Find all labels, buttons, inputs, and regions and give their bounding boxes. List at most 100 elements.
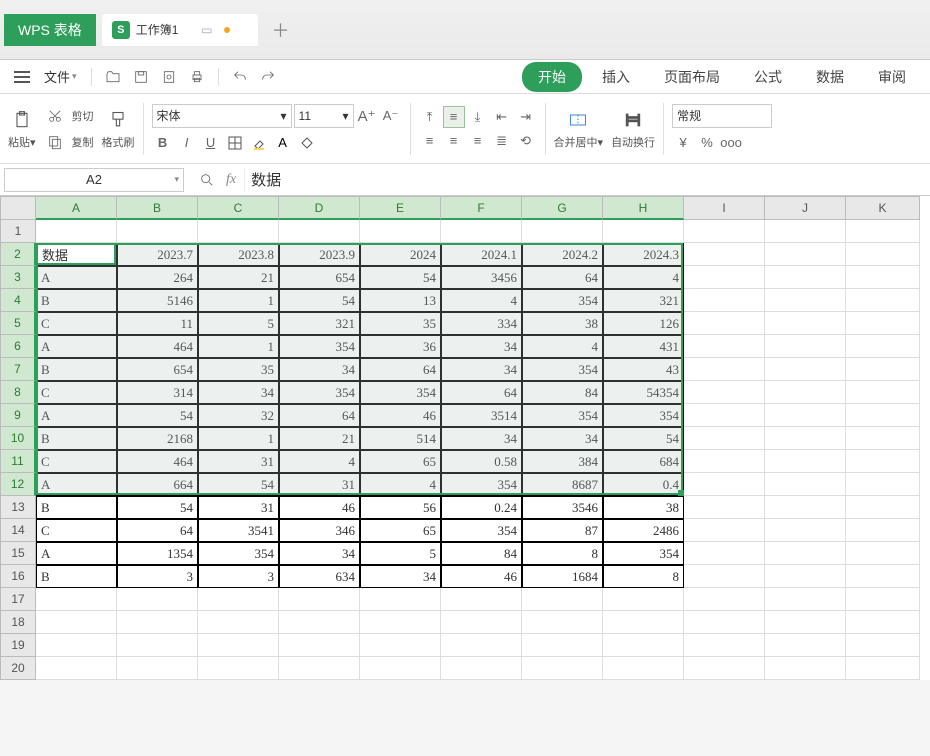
- cell-K16[interactable]: [846, 565, 920, 588]
- cell-B7[interactable]: 654: [117, 358, 198, 381]
- row-header-8[interactable]: 8: [0, 381, 36, 404]
- cell-I17[interactable]: [684, 588, 765, 611]
- cell-B6[interactable]: 464: [117, 335, 198, 358]
- cell-style-button[interactable]: [296, 132, 318, 154]
- cell-F16[interactable]: 46: [441, 565, 522, 588]
- cell-F1[interactable]: [441, 220, 522, 243]
- col-header-B[interactable]: B: [117, 196, 198, 220]
- row-header-4[interactable]: 4: [0, 289, 36, 312]
- cell-G15[interactable]: 8: [522, 542, 603, 565]
- cell-I15[interactable]: [684, 542, 765, 565]
- cell-A7[interactable]: B: [36, 358, 117, 381]
- cell-J5[interactable]: [765, 312, 846, 335]
- cell-G1[interactable]: [522, 220, 603, 243]
- cell-K19[interactable]: [846, 634, 920, 657]
- cell-J18[interactable]: [765, 611, 846, 634]
- font-size-select[interactable]: 11▾: [294, 104, 354, 128]
- cell-F19[interactable]: [441, 634, 522, 657]
- cell-J17[interactable]: [765, 588, 846, 611]
- cell-A1[interactable]: [36, 220, 117, 243]
- cell-G3[interactable]: 64: [522, 266, 603, 289]
- save-icon[interactable]: [130, 66, 152, 88]
- cell-I14[interactable]: [684, 519, 765, 542]
- cell-C5[interactable]: 5: [198, 312, 279, 335]
- row-header-19[interactable]: 19: [0, 634, 36, 657]
- cell-E10[interactable]: 514: [360, 427, 441, 450]
- cell-B5[interactable]: 11: [117, 312, 198, 335]
- cell-C18[interactable]: [198, 611, 279, 634]
- print-icon[interactable]: [186, 66, 208, 88]
- cell-D10[interactable]: 21: [279, 427, 360, 450]
- tab-insert[interactable]: 插入: [588, 61, 644, 93]
- cell-D12[interactable]: 31: [279, 473, 360, 496]
- cell-D6[interactable]: 354: [279, 335, 360, 358]
- cell-D8[interactable]: 354: [279, 381, 360, 404]
- cell-B14[interactable]: 64: [117, 519, 198, 542]
- undo-icon[interactable]: [229, 66, 251, 88]
- cell-I19[interactable]: [684, 634, 765, 657]
- cell-C1[interactable]: [198, 220, 279, 243]
- cell-A8[interactable]: C: [36, 381, 117, 404]
- cell-D14[interactable]: 346: [279, 519, 360, 542]
- cell-J4[interactable]: [765, 289, 846, 312]
- cell-C3[interactable]: 21: [198, 266, 279, 289]
- cell-J13[interactable]: [765, 496, 846, 519]
- cell-D15[interactable]: 34: [279, 542, 360, 565]
- indent-increase-icon[interactable]: ⇥: [515, 106, 537, 128]
- cell-E11[interactable]: 65: [360, 450, 441, 473]
- cell-A5[interactable]: C: [36, 312, 117, 335]
- cell-A14[interactable]: C: [36, 519, 117, 542]
- cell-E6[interactable]: 36: [360, 335, 441, 358]
- hamburger-icon[interactable]: [10, 67, 34, 87]
- cell-C7[interactable]: 35: [198, 358, 279, 381]
- cell-G18[interactable]: [522, 611, 603, 634]
- cell-C8[interactable]: 34: [198, 381, 279, 404]
- cell-I12[interactable]: [684, 473, 765, 496]
- merge-button[interactable]: 合并居中▾: [554, 108, 604, 150]
- decrease-font-icon[interactable]: A⁻: [380, 105, 402, 127]
- cell-A17[interactable]: [36, 588, 117, 611]
- cell-H14[interactable]: 2486: [603, 519, 684, 542]
- cell-G8[interactable]: 84: [522, 381, 603, 404]
- cut-button[interactable]: 剪切: [44, 105, 94, 127]
- cell-H18[interactable]: [603, 611, 684, 634]
- cell-A18[interactable]: [36, 611, 117, 634]
- cell-E16[interactable]: 34: [360, 565, 441, 588]
- spreadsheet-grid[interactable]: ABCDEFGHIJK 12数据2023.72023.82023.9202420…: [0, 196, 930, 680]
- cell-B10[interactable]: 2168: [117, 427, 198, 450]
- select-all-corner[interactable]: [0, 196, 36, 220]
- cell-K3[interactable]: [846, 266, 920, 289]
- cell-F20[interactable]: [441, 657, 522, 680]
- cell-F8[interactable]: 64: [441, 381, 522, 404]
- cell-F7[interactable]: 34: [441, 358, 522, 381]
- cell-H11[interactable]: 684: [603, 450, 684, 473]
- cell-D20[interactable]: [279, 657, 360, 680]
- font-color-button[interactable]: A: [272, 132, 294, 154]
- col-header-I[interactable]: I: [684, 196, 765, 220]
- cell-C17[interactable]: [198, 588, 279, 611]
- cell-G11[interactable]: 384: [522, 450, 603, 473]
- cell-G17[interactable]: [522, 588, 603, 611]
- cell-J14[interactable]: [765, 519, 846, 542]
- cell-H12[interactable]: 0.4: [603, 473, 684, 496]
- cell-J20[interactable]: [765, 657, 846, 680]
- cell-H9[interactable]: 354: [603, 404, 684, 427]
- cell-A10[interactable]: B: [36, 427, 117, 450]
- cell-F15[interactable]: 84: [441, 542, 522, 565]
- paste-group[interactable]: 粘贴▾: [8, 108, 36, 150]
- cell-H10[interactable]: 54: [603, 427, 684, 450]
- cell-K8[interactable]: [846, 381, 920, 404]
- cell-E18[interactable]: [360, 611, 441, 634]
- cell-G9[interactable]: 354: [522, 404, 603, 427]
- row-header-6[interactable]: 6: [0, 335, 36, 358]
- new-tab-button[interactable]: ＋: [264, 14, 296, 46]
- name-box[interactable]: A2▾: [4, 168, 184, 192]
- cell-B19[interactable]: [117, 634, 198, 657]
- cell-G5[interactable]: 38: [522, 312, 603, 335]
- cell-E2[interactable]: 2024: [360, 243, 441, 266]
- row-header-5[interactable]: 5: [0, 312, 36, 335]
- cell-K17[interactable]: [846, 588, 920, 611]
- cell-H2[interactable]: 2024.3: [603, 243, 684, 266]
- cell-F12[interactable]: 354: [441, 473, 522, 496]
- cell-I18[interactable]: [684, 611, 765, 634]
